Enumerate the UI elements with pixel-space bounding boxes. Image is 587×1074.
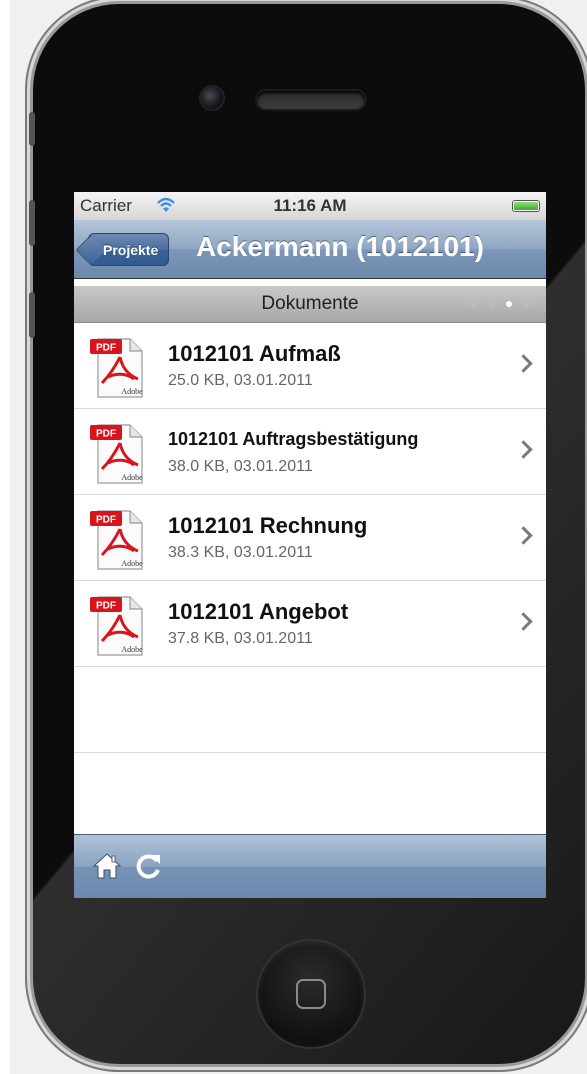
document-title: 1012101 Rechnung xyxy=(168,513,368,538)
refresh-icon[interactable] xyxy=(134,851,164,881)
adobe-brand-text: Adobe xyxy=(121,387,143,396)
pdf-icon: PDF Adobe xyxy=(90,596,143,656)
page-dot-2[interactable] xyxy=(488,301,494,307)
page-indicator[interactable] xyxy=(470,301,530,307)
document-title: 1012101 Aufmaß xyxy=(168,341,341,366)
pdf-icon: PDF Adobe xyxy=(90,338,143,398)
adobe-brand-text: Adobe xyxy=(121,559,143,568)
document-row-angebot[interactable]: PDF Adobe 1012101 Angebot 37.8 KB, 03.01… xyxy=(74,581,546,667)
home-button-icon xyxy=(296,979,326,1009)
page-dot-3-active[interactable] xyxy=(506,301,512,307)
adobe-brand-text: Adobe xyxy=(121,473,143,482)
pdf-tag-text: PDF xyxy=(96,429,116,440)
pdf-tag-text: PDF xyxy=(96,343,116,354)
chevron-right-icon xyxy=(514,526,533,545)
document-meta: 25.0 KB, 03.01.2011 xyxy=(168,372,313,389)
chevron-right-icon xyxy=(514,354,533,373)
document-row-rechnung[interactable]: PDF Adobe 1012101 Rechnung 38.3 KB, 03.0… xyxy=(74,495,546,581)
document-list: PDF Adobe 1012101 Aufmaß 25.0 KB, 03.01.… xyxy=(74,323,546,753)
document-row-auftragsbestaetigung[interactable]: PDF Adobe 1012101 Auftragsbestätigung 38… xyxy=(74,409,546,495)
battery-icon xyxy=(512,200,540,212)
page-title: Ackermann (1012101) xyxy=(196,231,484,262)
volume-down-button xyxy=(29,292,35,338)
page-dot-4[interactable] xyxy=(524,301,530,307)
document-title: 1012101 Angebot xyxy=(168,599,349,624)
volume-up-button xyxy=(29,200,35,246)
back-button-projekte[interactable]: Projekte xyxy=(88,233,170,266)
pdf-tag-text: PDF xyxy=(96,601,116,612)
adobe-brand-text: Adobe xyxy=(121,645,143,654)
status-time: 11:16 AM xyxy=(273,196,347,215)
earpiece-speaker xyxy=(257,91,365,109)
document-meta: 38.0 KB, 03.01.2011 xyxy=(168,458,313,475)
back-button-label: Projekte xyxy=(103,241,159,258)
navigation-bar: Projekte Ackermann (1012101) xyxy=(74,220,546,279)
document-meta: 38.3 KB, 03.01.2011 xyxy=(168,544,313,561)
chevron-right-icon xyxy=(514,612,533,631)
bottom-toolbar xyxy=(74,834,546,898)
home-icon[interactable] xyxy=(92,851,122,881)
pdf-icon: PDF Adobe xyxy=(90,424,143,484)
document-meta: 37.8 KB, 03.01.2011 xyxy=(168,630,313,647)
front-camera xyxy=(201,87,223,109)
pdf-icon: PDF Adobe xyxy=(90,510,143,570)
home-button[interactable] xyxy=(258,941,364,1047)
mute-switch xyxy=(29,112,35,146)
section-header: Dokumente xyxy=(74,286,546,323)
status-bar: Carrier 11:16 AM xyxy=(74,192,546,220)
document-row-aufmass[interactable]: PDF Adobe 1012101 Aufmaß 25.0 KB, 03.01.… xyxy=(74,323,546,409)
chevron-right-icon xyxy=(514,440,533,459)
empty-list-row xyxy=(74,667,546,753)
pdf-tag-text: PDF xyxy=(96,515,116,526)
app-screen: Carrier 11:16 AM Projekte Ackermann (101… xyxy=(74,192,546,898)
page-dot-1[interactable] xyxy=(470,301,476,307)
document-title: 1012101 Auftragsbestätigung xyxy=(168,429,419,449)
